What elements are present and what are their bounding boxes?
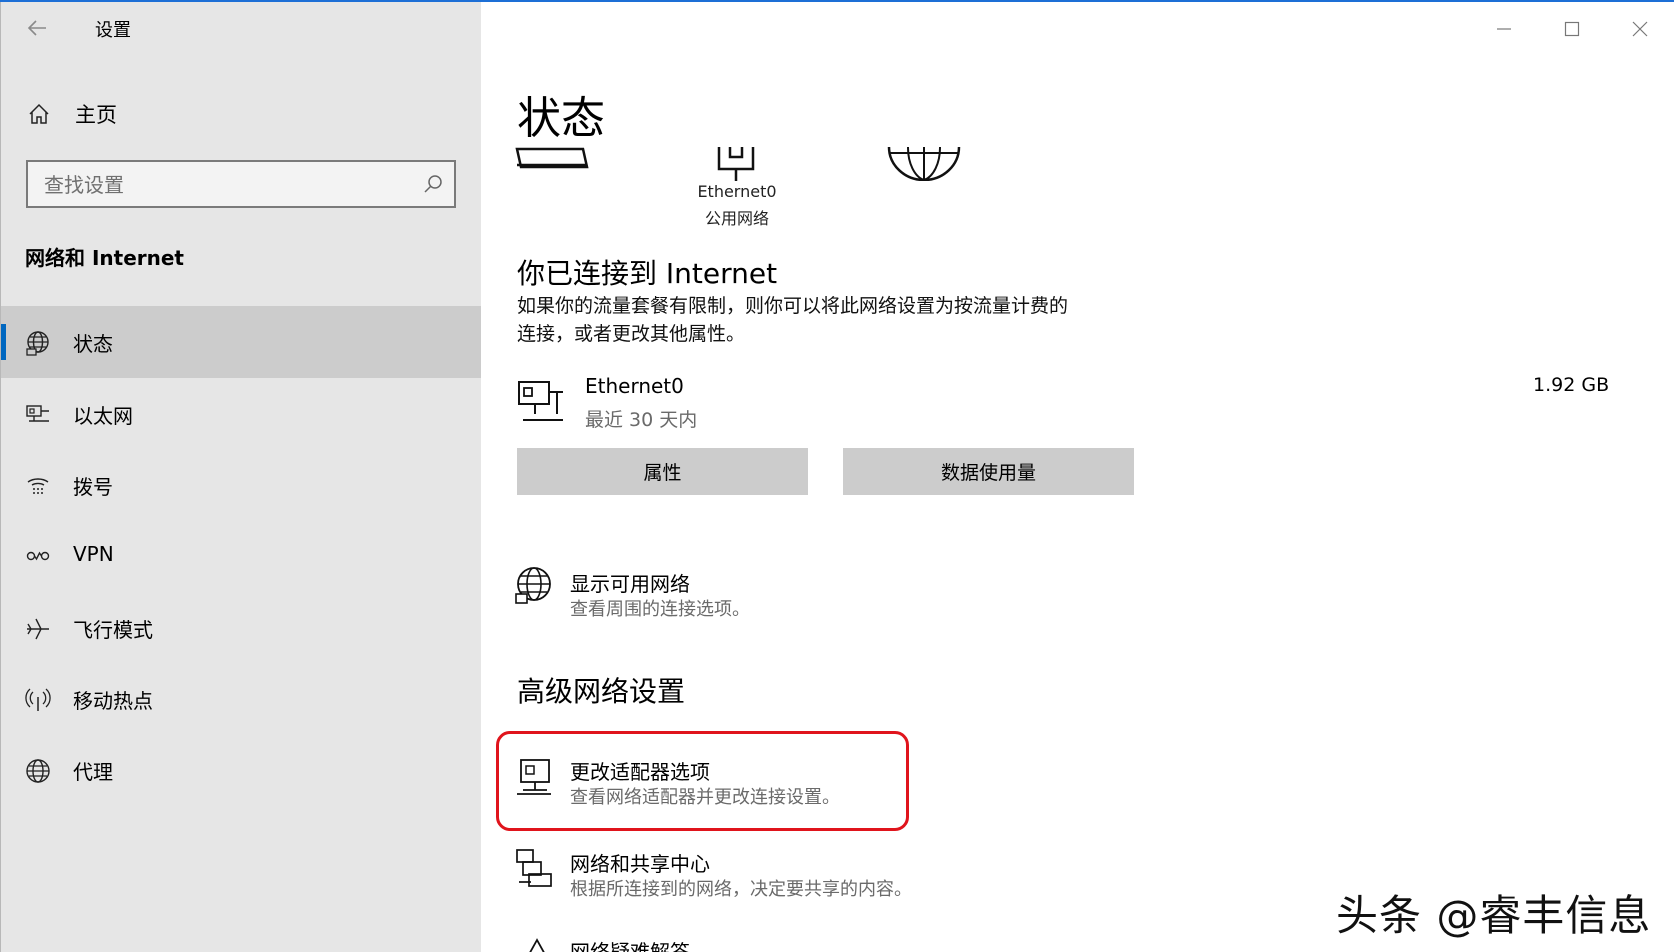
pc-icon: [515, 147, 589, 169]
sidebar-item-label: 拨号: [73, 475, 113, 499]
watermark: 头条 @睿丰信息: [1336, 891, 1652, 940]
data-usage-button[interactable]: 数据使用量: [843, 448, 1134, 495]
vpn-icon: [26, 551, 50, 561]
section-title: 网络和 Internet: [25, 246, 184, 270]
ethernet-icon: [26, 405, 49, 422]
maximize-icon: [1564, 21, 1580, 37]
show-networks-link[interactable]: 显示可用网络 查看周围的连接选项。: [515, 562, 935, 622]
page-title: 状态: [517, 93, 605, 144]
minimize-button[interactable]: [1484, 12, 1524, 46]
internet-globe-icon: [887, 147, 961, 181]
diagram-adapter-name: Ethernet0: [697, 182, 777, 201]
sidebar-item-ethernet[interactable]: 以太网: [1, 378, 481, 450]
close-icon: [1632, 21, 1648, 37]
adapter-usage: 1.92 GB: [1533, 374, 1610, 396]
sidebar-item-proxy[interactable]: 代理: [1, 734, 481, 806]
sharing-center-subtitle: 根据所连接到的网络，决定要共享的内容。: [570, 879, 912, 900]
show-networks-title: 显示可用网络: [570, 572, 690, 596]
nav-home[interactable]: 主页: [1, 90, 481, 138]
highlight-annotation: [496, 731, 909, 831]
sidebar-item-label: 代理: [73, 760, 113, 784]
sharing-center-link[interactable]: 网络和共享中心 根据所连接到的网络，决定要共享的内容。: [515, 844, 1035, 904]
dialup-icon: [27, 478, 49, 494]
sidebar-item-label: 状态: [73, 332, 113, 356]
sidebar-item-hotspot[interactable]: 移动热点: [1, 663, 481, 735]
settings-window: 设置 主页 网络和 Internet 状态 以太网 拨号 VPN: [0, 0, 1674, 952]
show-networks-subtitle: 查看周围的连接选项。: [570, 599, 750, 620]
sidebar-item-label: 以太网: [73, 404, 133, 428]
properties-button[interactable]: 属性: [517, 448, 808, 495]
sidebar-item-label: 飞行模式: [73, 618, 153, 642]
diagram-network-type: 公用网络: [704, 209, 769, 228]
sidebar: 设置 主页 网络和 Internet 状态 以太网 拨号 VPN: [0, 2, 481, 952]
sidebar-item-label: 移动热点: [73, 689, 153, 713]
sidebar-item-vpn[interactable]: VPN: [1, 520, 481, 592]
proxy-globe-icon: [26, 759, 50, 783]
search-input[interactable]: [42, 170, 406, 200]
ethernet-port-icon: [717, 147, 755, 181]
minimize-icon: [1497, 28, 1511, 30]
adapter-period: 最近 30 天内: [585, 409, 698, 431]
sidebar-item-dialup[interactable]: 拨号: [1, 449, 481, 521]
search-box[interactable]: [26, 160, 456, 208]
back-button[interactable]: [23, 14, 51, 42]
sharing-center-title: 网络和共享中心: [570, 852, 710, 876]
sidebar-item-label: VPN: [73, 542, 114, 566]
nav-home-label: 主页: [75, 103, 117, 127]
troubleshooter-link[interactable]: 网络疑难解答: [515, 930, 915, 952]
main-content: 状态 Ethernet0 公用网络 你已连接到 Internet 如果你的流量套…: [481, 2, 1674, 952]
connection-desc-line1: 如果你的流量套餐有限制，则你可以将此网络设置为按流量计费的: [517, 295, 1069, 317]
hotspot-icon: [25, 688, 51, 711]
sidebar-item-status[interactable]: 状态: [1, 306, 481, 378]
warning-icon: [529, 938, 545, 952]
app-title: 设置: [95, 20, 131, 41]
globe-network-icon: [515, 567, 551, 604]
adapter-name: Ethernet0: [585, 374, 684, 398]
back-arrow-icon: [27, 20, 46, 36]
home-icon: [29, 103, 49, 124]
airplane-icon: [27, 618, 49, 640]
connection-heading: 你已连接到 Internet: [517, 257, 778, 290]
search-icon: [424, 175, 442, 193]
close-button[interactable]: [1620, 12, 1660, 46]
connection-desc-line2: 连接，或者更改其他属性。: [517, 323, 746, 345]
maximize-button[interactable]: [1552, 12, 1592, 46]
sidebar-item-airplane[interactable]: 飞行模式: [1, 592, 481, 664]
troubleshooter-title: 网络疑难解答: [570, 940, 690, 952]
ethernet-adapter-icon: [518, 381, 563, 421]
sharing-center-icon: [516, 849, 552, 887]
active-indicator: [1, 324, 6, 360]
advanced-heading: 高级网络设置: [517, 675, 686, 708]
globe-status-icon: [26, 331, 49, 356]
